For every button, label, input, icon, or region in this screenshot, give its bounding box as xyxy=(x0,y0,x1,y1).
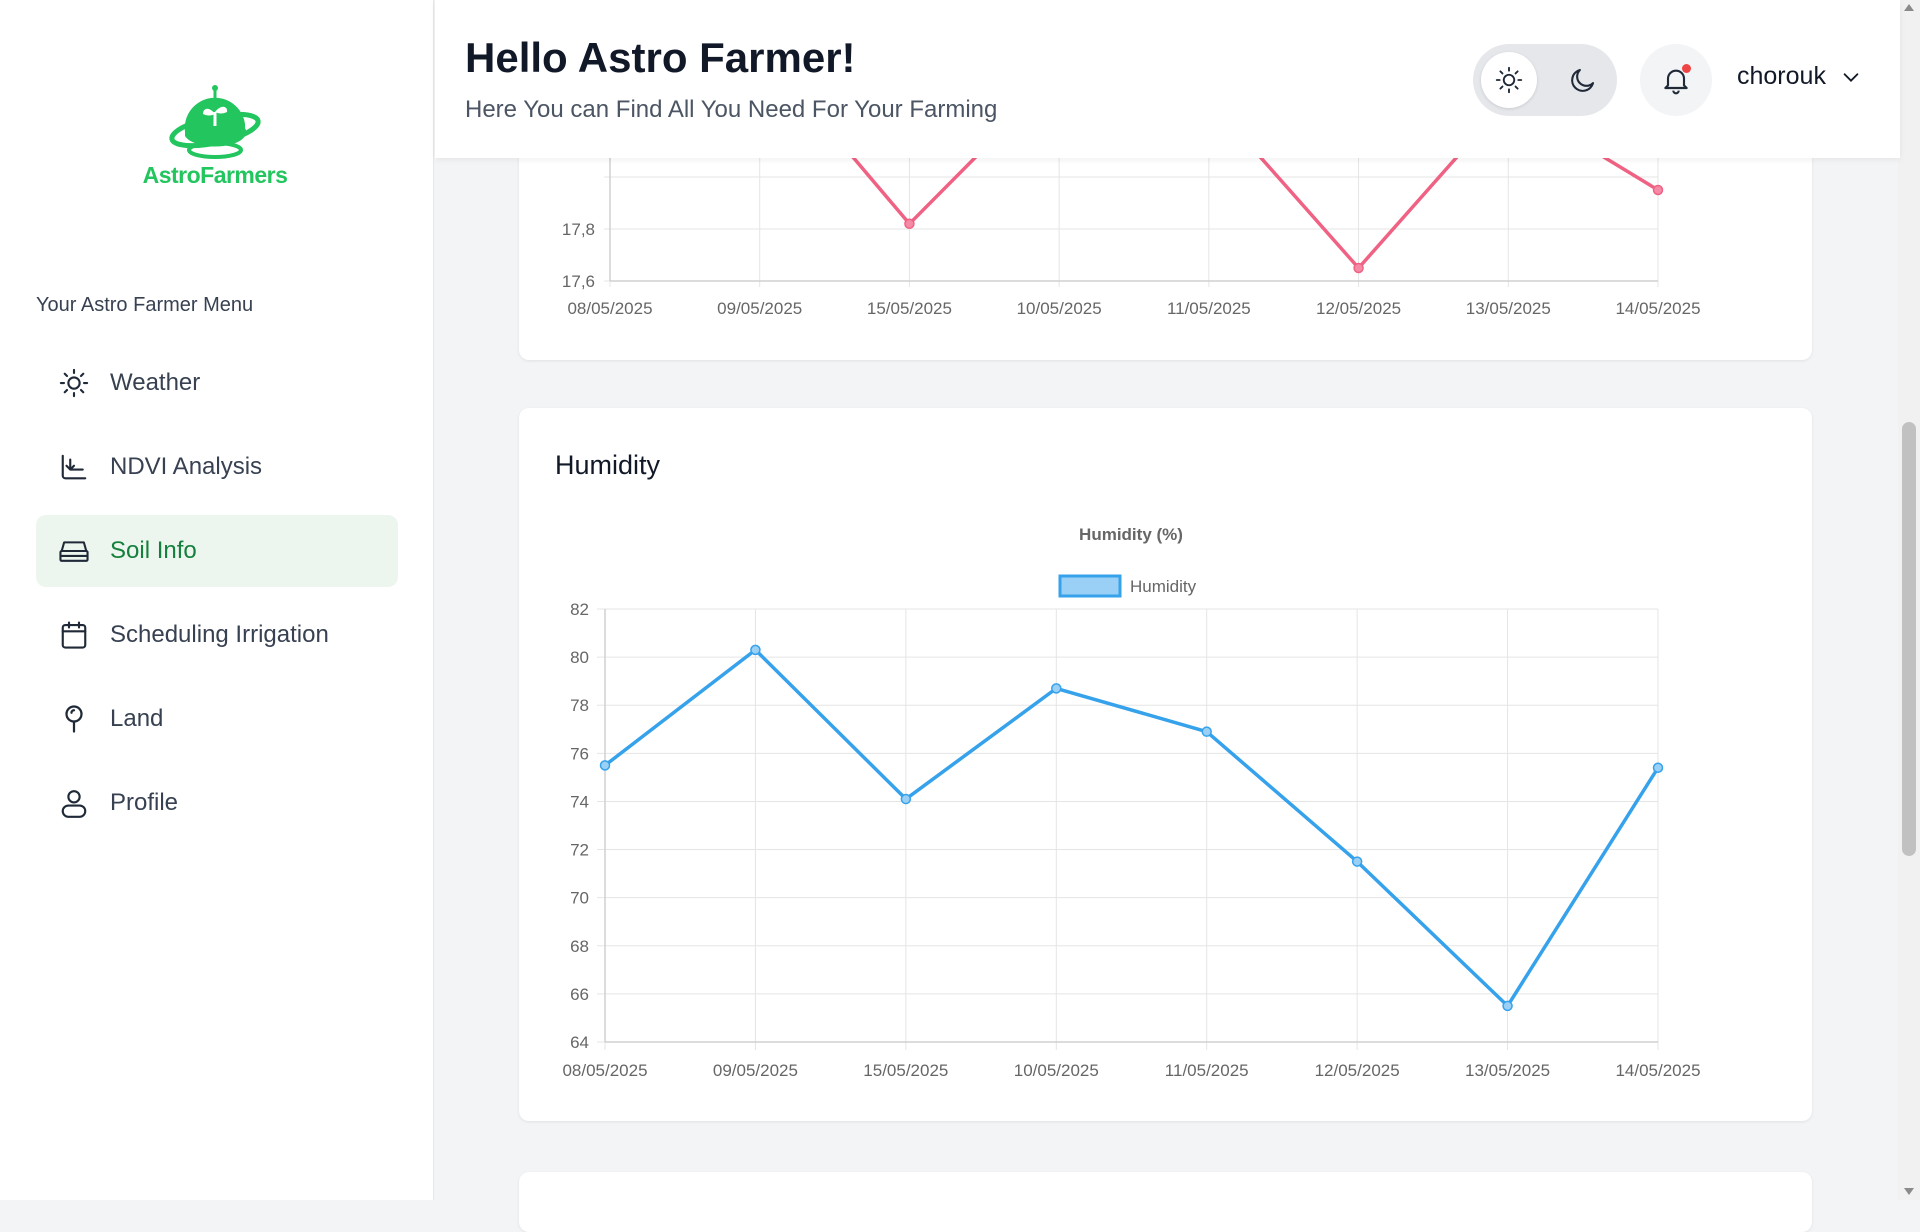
sidebar-item-label: Scheduling Irrigation xyxy=(110,621,329,648)
x-tick-label: 14/05/2025 xyxy=(1615,1061,1700,1080)
x-tick-label: 08/05/2025 xyxy=(562,1061,647,1080)
user-icon xyxy=(58,787,90,819)
brand-name: AstroFarmers xyxy=(142,162,288,188)
y-tick-label: 68 xyxy=(570,937,589,956)
theme-toggle[interactable] xyxy=(1473,44,1617,116)
y-tick-label: 82 xyxy=(570,600,589,619)
sidebar-item-soil-info[interactable]: Soil Info xyxy=(36,515,398,587)
humidity-line xyxy=(603,648,1660,1008)
calendar-icon xyxy=(58,619,90,651)
humidity-card: Humidity Humidity (%) Humidity 64 66 68 70 72 7… xyxy=(519,408,1812,1121)
data-point xyxy=(1351,856,1363,867)
data-point xyxy=(1353,262,1364,274)
chart-title: Humidity (%) xyxy=(1079,525,1183,544)
sidebar-item-ndvi-analysis[interactable]: NDVI Analysis xyxy=(36,431,398,503)
scroll-up-arrow-icon[interactable] xyxy=(1904,4,1914,11)
y-tick-label: 17,8 xyxy=(562,220,595,239)
legend-label: Humidity xyxy=(1130,577,1197,596)
brand-logo[interactable]: AstroFarmers xyxy=(140,82,290,189)
data-point xyxy=(1502,1000,1513,1012)
sidebar-item-label: Profile xyxy=(110,789,179,816)
data-point xyxy=(1652,762,1664,774)
menu-title: Your Astro Farmer Menu xyxy=(36,294,254,316)
x-tick-label: 09/05/2025 xyxy=(717,299,802,318)
y-tick-label: 76 xyxy=(570,744,589,763)
x-tick-label: 11/05/2025 xyxy=(1167,299,1251,318)
scroll-down-arrow-icon[interactable] xyxy=(1904,1188,1914,1195)
user-name: chorouk xyxy=(1737,62,1826,90)
humidity-chart: Humidity (%) Humidity 64 66 68 70 72 74 76 78 80 82… xyxy=(562,525,1700,1080)
page-subtitle: Here You can Find All You Need For Your … xyxy=(465,96,998,123)
y-tick-label: 17,6 xyxy=(562,272,595,291)
moon-icon xyxy=(1571,68,1595,92)
sidebar-item-label: Soil Info xyxy=(110,537,197,564)
sidebar-item-land[interactable]: Land xyxy=(36,683,398,755)
y-tick-label: 70 xyxy=(570,889,589,908)
download-chart-icon xyxy=(58,451,90,483)
y-tick-label: 78 xyxy=(570,696,589,715)
x-tick-label: 12/05/2025 xyxy=(1316,299,1401,318)
sidebar: AstroFarmers Your Astro Farmer Menu Weat… xyxy=(0,0,434,1200)
x-tick-label: 08/05/2025 xyxy=(567,299,652,318)
x-tick-label: 14/05/2025 xyxy=(1615,299,1700,318)
x-tick-label: 11/05/2025 xyxy=(1165,1061,1249,1080)
chevron-down-icon xyxy=(1843,72,1859,82)
sidebar-item-profile[interactable]: Profile xyxy=(36,767,398,839)
sidebar-item-label: NDVI Analysis xyxy=(110,453,263,480)
sun-icon xyxy=(1495,66,1523,94)
y-tick-label: 64 xyxy=(570,1033,589,1052)
user-menu[interactable]: chorouk xyxy=(1737,62,1862,91)
y-tick-label: 80 xyxy=(570,648,589,667)
x-tick-label: 09/05/2025 xyxy=(713,1061,798,1080)
data-point xyxy=(1652,184,1664,196)
notifications-button[interactable] xyxy=(1640,44,1712,116)
data-point xyxy=(599,760,611,771)
data-point xyxy=(900,793,912,805)
y-tick-label: 72 xyxy=(570,841,589,860)
data-point xyxy=(904,218,915,230)
top-header: Hello Astro Farmer! Here You can Find Al… xyxy=(435,0,1900,158)
y-tick-label: 74 xyxy=(570,792,589,811)
sidebar-item-scheduling-irrigation[interactable]: Scheduling Irrigation xyxy=(36,599,398,671)
scroll-thumb[interactable] xyxy=(1902,422,1916,856)
sun-icon xyxy=(58,367,90,399)
dark-mode-button[interactable] xyxy=(1555,52,1611,108)
x-tick-label: 12/05/2025 xyxy=(1315,1061,1400,1080)
x-tick-label: 10/05/2025 xyxy=(1017,299,1102,318)
sidebar-item-label: Land xyxy=(110,705,164,732)
y-tick-label: 66 xyxy=(570,985,589,1004)
legend-swatch xyxy=(1058,574,1122,598)
notification-badge xyxy=(1682,64,1691,73)
next-card xyxy=(519,1172,1812,1232)
data-point xyxy=(1201,726,1212,737)
sidebar-item-label: Weather xyxy=(110,369,201,396)
data-point xyxy=(750,644,761,656)
page-title: Hello Astro Farmer! xyxy=(465,34,856,81)
light-mode-button[interactable] xyxy=(1481,52,1537,108)
x-tick-label: 13/05/2025 xyxy=(1465,1061,1550,1080)
page-scrollbar[interactable] xyxy=(1898,0,1920,1200)
data-point xyxy=(1051,683,1062,694)
x-tick-label: 10/05/2025 xyxy=(1014,1061,1099,1080)
sidebar-menu: Weather NDVI Analysis Soil Info Scheduli… xyxy=(36,347,398,851)
planet-plant-logo-icon xyxy=(169,85,261,159)
sidebar-item-weather[interactable]: Weather xyxy=(36,347,398,419)
x-tick-label: 13/05/2025 xyxy=(1466,299,1551,318)
map-pin-icon xyxy=(58,703,90,735)
x-tick-label: 15/05/2025 xyxy=(867,299,952,318)
layers-icon xyxy=(58,535,90,567)
x-tick-label: 15/05/2025 xyxy=(863,1061,948,1080)
